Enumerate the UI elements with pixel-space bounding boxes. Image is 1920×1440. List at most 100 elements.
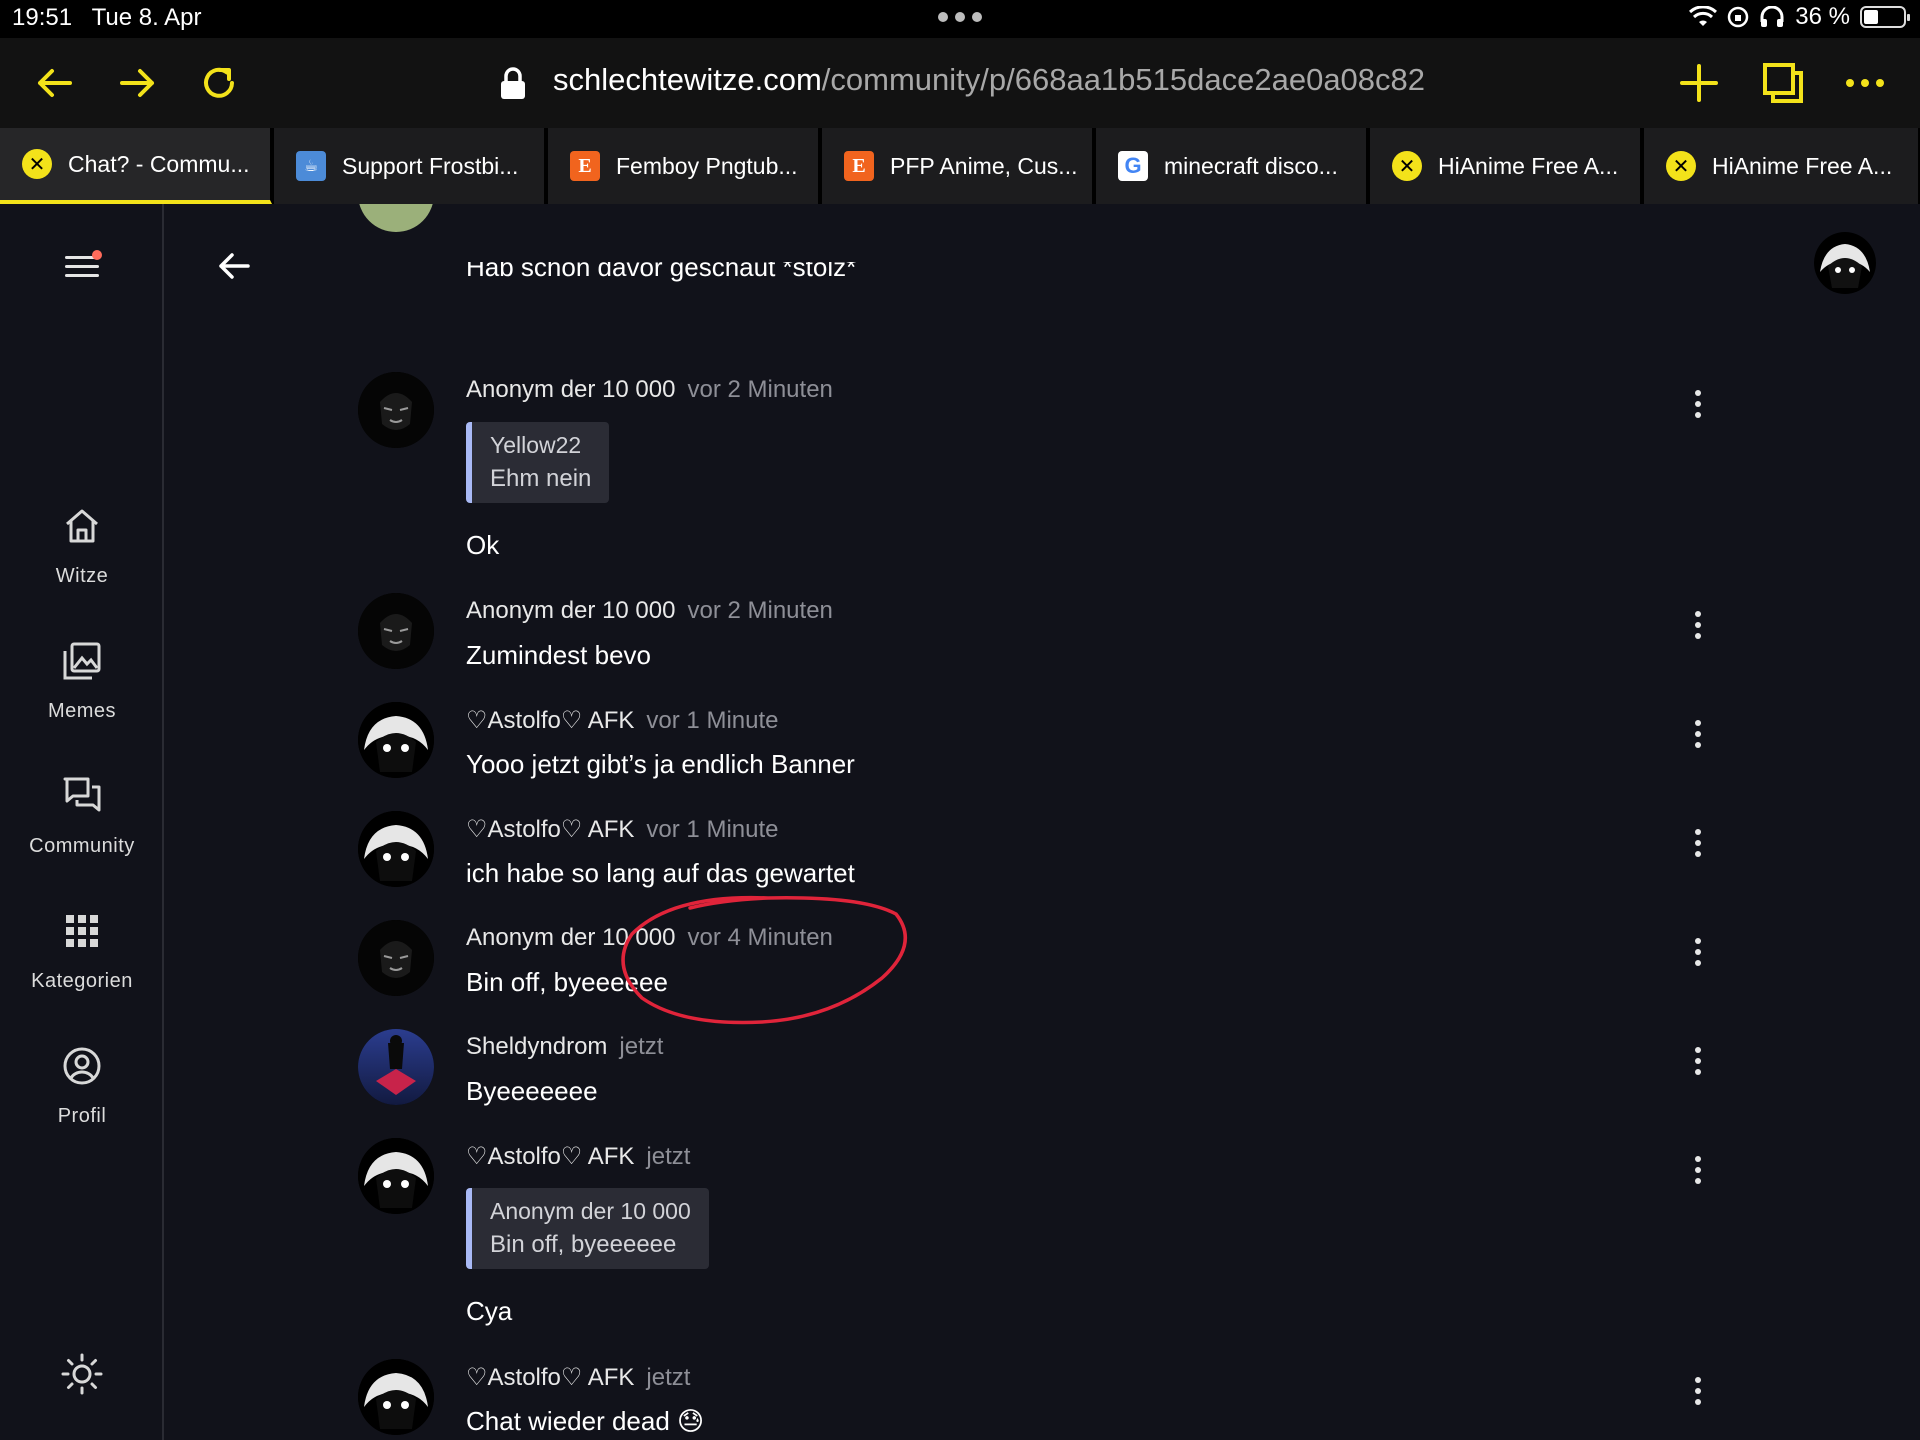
message-meta: Anonym der 10 000 vor 2 Minuten — [466, 376, 833, 404]
message-text: Cya — [466, 1296, 513, 1326]
message-time: jetzt — [646, 1364, 691, 1391]
status-indicators: 36 % — [1689, 3, 1910, 31]
message-author[interactable]: Anonym der 10 000 — [466, 376, 675, 403]
url-bar[interactable]: schlechtewitze.com/community/p/668aa1b51… — [553, 62, 1425, 98]
message-time: vor 1 Minute — [646, 707, 779, 734]
grid-icon — [66, 915, 98, 947]
message-author[interactable]: ♡Astolfo♡ AFK — [466, 816, 634, 843]
sidebar-item-kategorien[interactable]: Kategorien — [0, 909, 164, 1019]
headphones-icon — [1760, 6, 1784, 27]
message-meta: Sheldyndrom jetzt — [466, 1033, 663, 1061]
avatar — [358, 1138, 434, 1214]
browser-tab[interactable]: E Femboy Pngtub... — [548, 128, 820, 204]
message-time: vor 2 Minuten — [687, 376, 833, 403]
kebab-menu-icon[interactable] — [1688, 1375, 1708, 1407]
message-time: jetzt — [646, 1143, 691, 1170]
message-time: jetzt — [619, 1033, 664, 1060]
browser-tab[interactable]: ☕ Support Frostbi... — [274, 128, 546, 204]
kofi-cup-icon: ☕ — [296, 151, 326, 181]
sun-theme-icon[interactable] — [60, 1352, 104, 1396]
avatar — [358, 702, 434, 778]
message-author[interactable]: ♡Astolfo♡ AFK — [466, 1143, 634, 1170]
app-content: Witze Memes Community Kategorien Profil — [0, 204, 1920, 1440]
quote-text: Bin off, byeeeeee — [490, 1231, 677, 1258]
sidebar-item-memes[interactable]: Memes — [0, 639, 164, 749]
lock-icon — [501, 67, 525, 99]
avatar — [358, 204, 434, 232]
message-time: vor 2 Minuten — [687, 597, 833, 624]
tab-bar: ✕ Chat? - Commu... ☕ Support Frostbi... … — [0, 128, 1920, 204]
message-time: vor 1 Minute — [646, 816, 779, 843]
message-author[interactable]: ♡Astolfo♡ AFK — [466, 707, 634, 734]
quote-text: Ehm nein — [490, 465, 592, 492]
home-icon — [66, 509, 98, 543]
avatar — [358, 811, 434, 887]
message-text: Ok — [466, 530, 500, 560]
avatar — [358, 920, 434, 996]
reply-quote[interactable]: Anonym der 10 000 Bin off, byeeeeee — [466, 1188, 709, 1269]
status-time: 19:51 Tue 8. Apr — [12, 4, 202, 31]
forward-arrow-icon[interactable] — [114, 60, 160, 106]
quote-author: Yellow22 — [490, 432, 582, 458]
kebab-menu-icon[interactable] — [1688, 827, 1708, 859]
hamburger-menu-icon[interactable] — [62, 250, 102, 290]
avatar — [358, 1029, 434, 1105]
sidebar-item-community[interactable]: Community — [0, 774, 164, 884]
kebab-menu-icon[interactable] — [1688, 1045, 1708, 1077]
message-text: Zumindest bevo — [466, 640, 651, 670]
notification-dot — [92, 250, 102, 260]
x-circle-icon: ✕ — [1392, 151, 1422, 181]
back-arrow-icon[interactable] — [32, 60, 78, 106]
message-author[interactable]: Anonym der 10 000 — [466, 924, 675, 951]
x-circle-icon: ✕ — [22, 149, 52, 179]
browser-tab[interactable]: ✕ HiAnime Free A... — [1644, 128, 1920, 204]
x-circle-icon: ✕ — [1666, 151, 1696, 181]
browser-tab[interactable]: E PFP Anime, Cus... — [822, 128, 1094, 204]
message-author[interactable]: ♡Astolfo♡ AFK — [466, 1364, 634, 1391]
wifi-icon — [1689, 6, 1718, 26]
message-meta: ♡Astolfo♡ AFK vor 1 Minute — [466, 706, 778, 735]
chat-bubbles-icon — [63, 777, 101, 812]
message-author[interactable]: Anonym der 10 000 — [466, 597, 675, 624]
sidebar-item-witze[interactable]: Witze — [0, 504, 164, 614]
battery-percent: 36 % — [1795, 3, 1850, 30]
browser-toolbar: schlechtewitze.com/community/p/668aa1b51… — [0, 38, 1920, 128]
browser-tab[interactable]: ✕ Chat? - Commu... — [0, 128, 272, 204]
tabs-overview-icon[interactable] — [1760, 60, 1806, 106]
kebab-menu-icon[interactable] — [1688, 388, 1708, 420]
more-options-icon[interactable] — [1842, 60, 1888, 106]
browser-tab[interactable]: G minecraft disco... — [1096, 128, 1368, 204]
battery-icon — [1860, 6, 1910, 28]
avatar — [358, 593, 434, 669]
etsy-icon: E — [570, 151, 600, 181]
new-tab-plus-icon[interactable] — [1676, 60, 1722, 106]
user-circle-icon — [63, 1047, 101, 1085]
chat-feed: Hab schon davor geschaut *stolz* Anonym … — [164, 204, 1920, 1440]
kebab-menu-icon[interactable] — [1688, 936, 1708, 968]
images-icon — [63, 642, 101, 680]
message-text: Yooo jetzt gibt’s ja endlich Banner — [466, 749, 855, 779]
message-text: Byeeeeeee — [466, 1076, 598, 1106]
status-bar: 19:51 Tue 8. Apr 36 % — [0, 0, 1920, 38]
message-author[interactable]: Sheldyndrom — [466, 1033, 607, 1060]
message-meta: Anonym der 10 000 vor 4 Minuten — [466, 924, 833, 952]
message-text: Hab schon davor geschaut *stolz* — [466, 252, 857, 282]
message-meta: ♡Astolfo♡ AFK jetzt — [466, 1363, 690, 1392]
orientation-lock-icon — [1728, 6, 1749, 28]
message-text: Bin off, byeeeeee — [466, 967, 668, 997]
reload-icon[interactable] — [196, 60, 242, 106]
kebab-menu-icon[interactable] — [1688, 609, 1708, 641]
kebab-menu-icon[interactable] — [1688, 1154, 1708, 1186]
sidebar-item-profil[interactable]: Profil — [0, 1044, 164, 1154]
kebab-menu-icon[interactable] — [1688, 718, 1708, 750]
message-text: ich habe so lang auf das gewartet — [466, 858, 855, 888]
avatar — [358, 1359, 434, 1435]
message-text: Chat wieder dead 😓 — [466, 1406, 705, 1436]
message-meta: ♡Astolfo♡ AFK vor 1 Minute — [466, 815, 778, 844]
browser-tab[interactable]: ✕ HiAnime Free A... — [1370, 128, 1642, 204]
reply-quote[interactable]: Yellow22 Ehm nein — [466, 422, 610, 503]
multitasking-dots-icon[interactable] — [938, 12, 982, 24]
message-meta: ♡Astolfo♡ AFK jetzt — [466, 1142, 690, 1171]
google-icon: G — [1118, 151, 1148, 181]
message-time: vor 4 Minuten — [687, 924, 833, 951]
